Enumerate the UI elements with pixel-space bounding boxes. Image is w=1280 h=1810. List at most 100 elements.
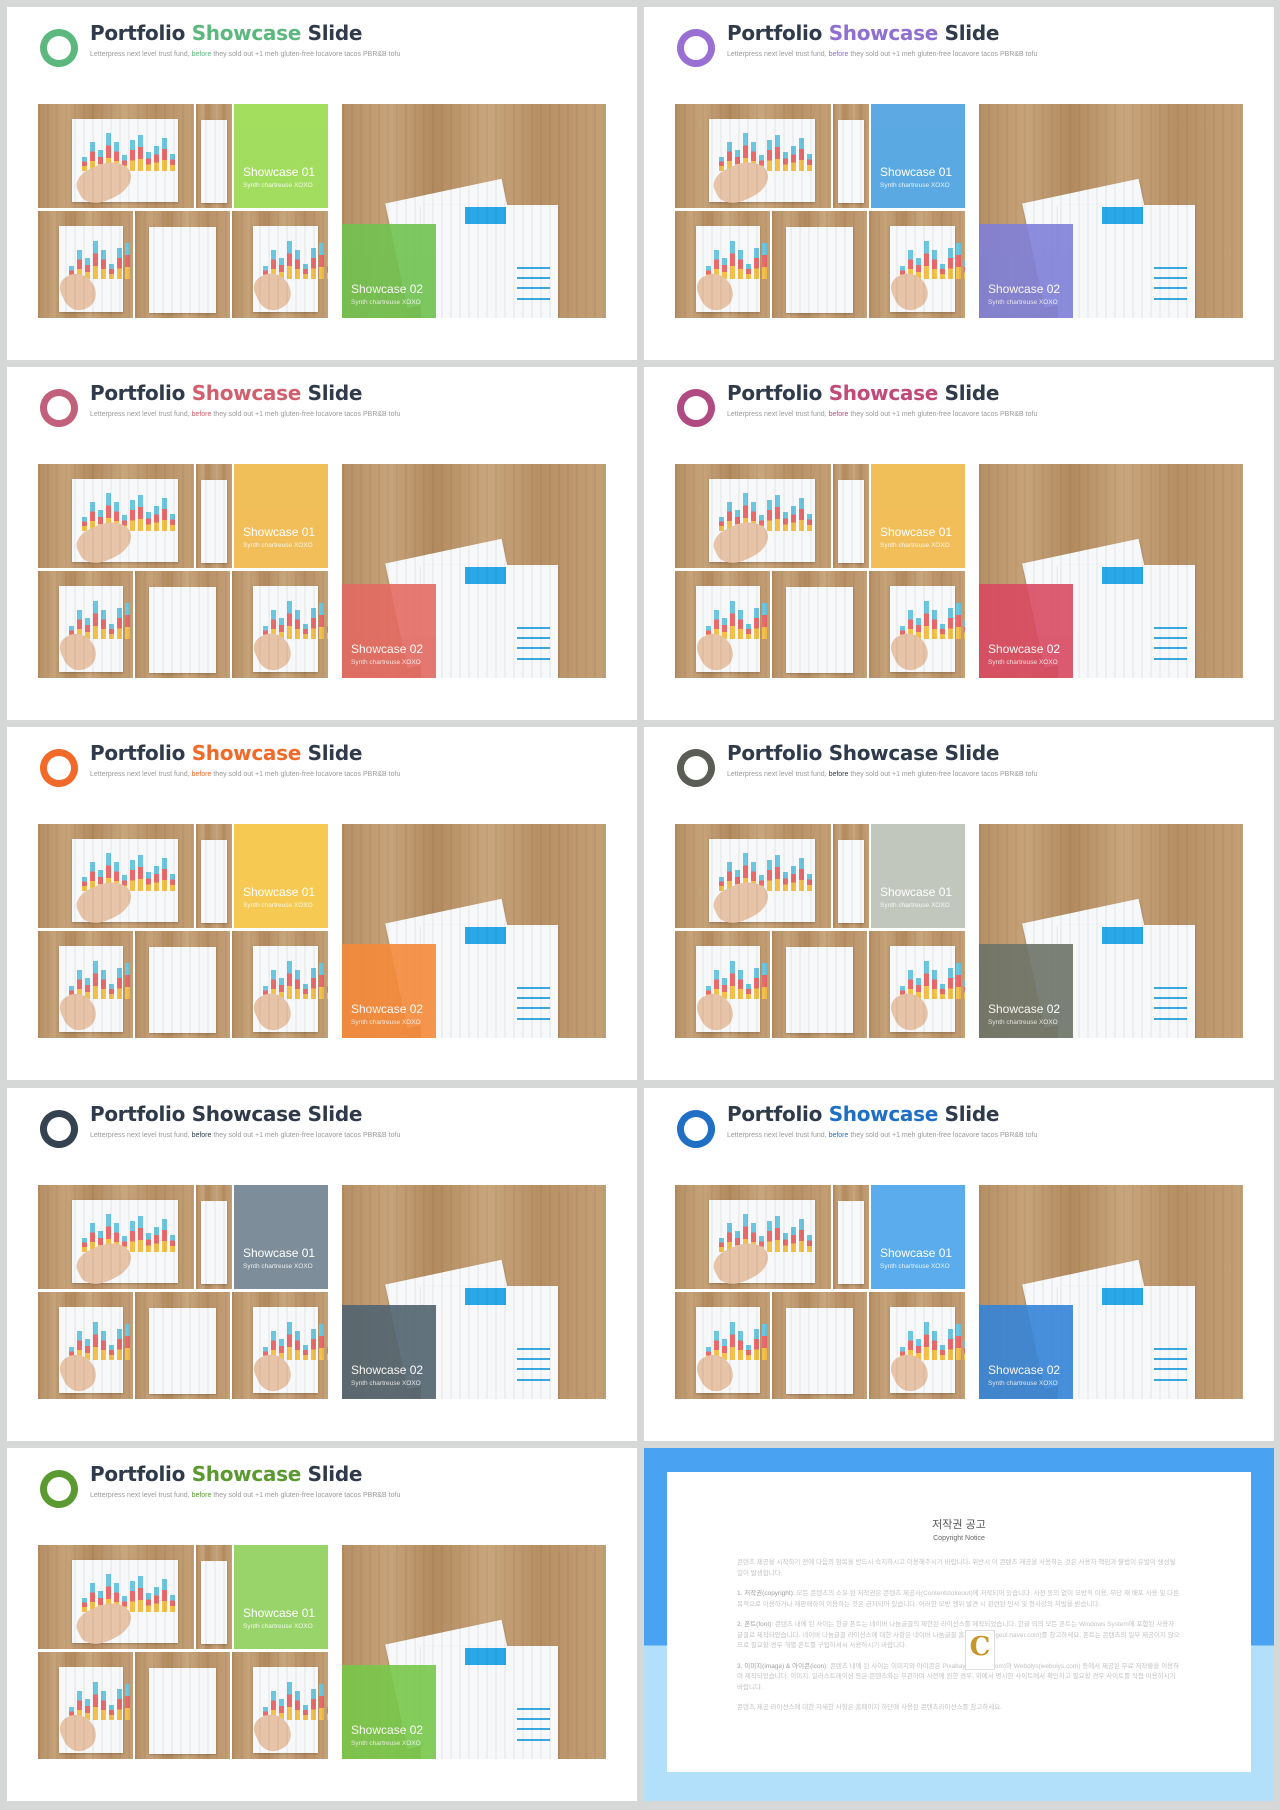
subtitle-accent: before bbox=[191, 1492, 212, 1499]
slide-navy[interactable]: Portfolio Showcase Slide Letterpress next… bbox=[7, 1088, 637, 1441]
bar bbox=[92, 600, 98, 640]
slide-title: Portfolio Showcase Slide bbox=[727, 1102, 999, 1126]
bar bbox=[735, 1230, 741, 1252]
bar bbox=[146, 151, 152, 171]
slide-leaf[interactable]: Portfolio Showcase Slide Letterpress next… bbox=[7, 1448, 637, 1801]
showcase-01-overlay[interactable]: Showcase 01 Synth chartreuse XOXO bbox=[234, 464, 328, 568]
bar bbox=[295, 250, 301, 280]
showcase-01-title: Showcase 01 bbox=[880, 1246, 953, 1260]
item-label: 3. 이미지(image) & 아이콘(icon) bbox=[737, 1662, 827, 1670]
photo bbox=[135, 211, 230, 318]
paper-resume bbox=[1058, 1285, 1196, 1399]
photo bbox=[833, 1185, 869, 1289]
bar bbox=[82, 1238, 88, 1252]
bar bbox=[932, 970, 938, 1000]
bar-chart bbox=[68, 1321, 133, 1361]
slide-orange[interactable]: Portfolio Showcase Slide Letterpress next… bbox=[7, 727, 637, 1080]
bar bbox=[108, 1704, 114, 1721]
slide-blue[interactable]: Portfolio Showcase Slide Letterpress next… bbox=[644, 1088, 1274, 1441]
slide-magenta[interactable]: Portfolio Showcase Slide Letterpress next… bbox=[644, 367, 1274, 720]
slide-green[interactable]: Portfolio Showcase Slide Letterpress next… bbox=[7, 7, 637, 360]
bar bbox=[138, 494, 144, 531]
resume-header bbox=[465, 1287, 507, 1305]
bar bbox=[753, 968, 759, 1000]
slide-title: Portfolio Showcase Slide bbox=[727, 741, 999, 765]
bar bbox=[767, 860, 773, 891]
bar bbox=[727, 862, 733, 891]
showcase-01-overlay[interactable]: Showcase 01 Synth chartreuse XOXO bbox=[234, 1185, 328, 1289]
showcase-02-overlay[interactable]: Showcase 02 Synth chartreuse XOXO bbox=[342, 224, 436, 318]
bar bbox=[767, 500, 773, 531]
showcase-02-overlay[interactable]: Showcase 02 Synth chartreuse XOXO bbox=[979, 944, 1073, 1038]
showcase-02-overlay[interactable]: Showcase 02 Synth chartreuse XOXO bbox=[342, 944, 436, 1038]
showcase-01-overlay[interactable]: Showcase 01 Synth chartreuse XOXO bbox=[871, 464, 965, 568]
resume-line bbox=[1154, 277, 1188, 280]
bar-chart bbox=[68, 600, 133, 640]
showcase-01-overlay[interactable]: Showcase 01 Synth chartreuse XOXO bbox=[871, 1185, 965, 1289]
showcase-01-overlay[interactable]: Showcase 01 Synth chartreuse XOXO bbox=[871, 824, 965, 928]
slide-title: Portfolio Showcase Slide bbox=[90, 1462, 362, 1486]
slide-gray[interactable]: Portfolio Showcase Slide Letterpress next… bbox=[644, 727, 1274, 1080]
bar bbox=[761, 962, 767, 1000]
title-text: Slide bbox=[937, 381, 1000, 405]
bar bbox=[114, 1223, 120, 1252]
showcase-02-overlay[interactable]: Showcase 02 Synth chartreuse XOXO bbox=[342, 1665, 436, 1759]
notice-item-copyright: 1. 저작권(copyright): 모든 콘텐츠의 소유 된 저작권은 콘텐츠… bbox=[737, 1589, 1181, 1610]
bar bbox=[900, 625, 906, 640]
showcase-02-overlay[interactable]: Showcase 02 Synth chartreuse XOXO bbox=[979, 584, 1073, 678]
hand bbox=[249, 627, 296, 676]
bar bbox=[76, 610, 82, 640]
bar bbox=[76, 1691, 82, 1721]
showcase-02-overlay[interactable]: Showcase 02 Synth chartreuse XOXO bbox=[342, 1305, 436, 1399]
title-accent: Showcase bbox=[191, 381, 302, 405]
bar bbox=[116, 608, 122, 640]
bar-chart bbox=[68, 240, 133, 280]
showcase-02-overlay[interactable]: Showcase 02 Synth chartreuse XOXO bbox=[979, 1305, 1073, 1399]
bar bbox=[964, 260, 965, 280]
copyright-notice-slide[interactable]: 저작권 공고 Copyright Notice 콘텐츠 제공을 시작하기 전에 … bbox=[644, 1448, 1274, 1801]
showcase-01-title: Showcase 01 bbox=[243, 525, 316, 539]
slide-rose[interactable]: Portfolio Showcase Slide Letterpress next… bbox=[7, 367, 637, 720]
bar bbox=[727, 142, 733, 171]
bar-chart bbox=[82, 852, 176, 891]
title-accent: Showcase bbox=[828, 21, 939, 45]
hand bbox=[249, 987, 296, 1036]
showcase-01-overlay[interactable]: Showcase 01 Synth chartreuse XOXO bbox=[234, 1545, 328, 1649]
bar bbox=[799, 498, 805, 531]
title-text: Portfolio bbox=[727, 741, 829, 765]
subtitle-text: they sold out +1 meh gluten-free locavor… bbox=[211, 1492, 401, 1499]
bar bbox=[751, 1223, 757, 1252]
showcase-02-overlay[interactable]: Showcase 02 Synth chartreuse XOXO bbox=[342, 584, 436, 678]
title-text: Portfolio bbox=[727, 21, 829, 45]
slide-title: Portfolio Showcase Slide bbox=[90, 741, 362, 765]
slide-subtitle: Letterpress next level trust fund, befor… bbox=[727, 1132, 1037, 1139]
bar bbox=[263, 265, 269, 280]
paper-chart bbox=[253, 225, 328, 312]
showcase-01-overlay[interactable]: Showcase 01 Synth chartreuse XOXO bbox=[234, 104, 328, 208]
slide-purple[interactable]: Portfolio Showcase Slide Letterpress next… bbox=[644, 7, 1274, 360]
slide-subtitle: Letterpress next level trust fund, befor… bbox=[90, 1132, 400, 1139]
bar bbox=[799, 1219, 805, 1252]
resume-line bbox=[1154, 1358, 1188, 1361]
bar bbox=[900, 1346, 906, 1361]
bar-chart bbox=[900, 960, 965, 1000]
bar bbox=[743, 852, 749, 891]
bar bbox=[807, 513, 813, 531]
showcase-02-overlay[interactable]: Showcase 02 Synth chartreuse XOXO bbox=[979, 224, 1073, 318]
showcase-01-overlay[interactable]: Showcase 01 Synth chartreuse XOXO bbox=[871, 104, 965, 208]
showcase-01-subtitle: Synth chartreuse XOXO bbox=[243, 542, 313, 549]
resume-line bbox=[517, 626, 551, 629]
bar bbox=[940, 1344, 946, 1361]
paper-chart bbox=[58, 945, 133, 1032]
bar bbox=[98, 509, 104, 531]
ring-logo-icon bbox=[34, 743, 84, 793]
showcase-01-overlay[interactable]: Showcase 01 Synth chartreuse XOXO bbox=[234, 824, 328, 928]
photo bbox=[869, 1292, 965, 1399]
photo bbox=[869, 571, 965, 678]
showcase-02-subtitle: Synth chartreuse XOXO bbox=[351, 299, 421, 306]
bar bbox=[311, 608, 317, 640]
paper-chart bbox=[709, 478, 816, 562]
item-label: 2. 폰트(font) bbox=[737, 1621, 772, 1628]
bar bbox=[130, 1221, 136, 1252]
hand bbox=[708, 874, 774, 928]
